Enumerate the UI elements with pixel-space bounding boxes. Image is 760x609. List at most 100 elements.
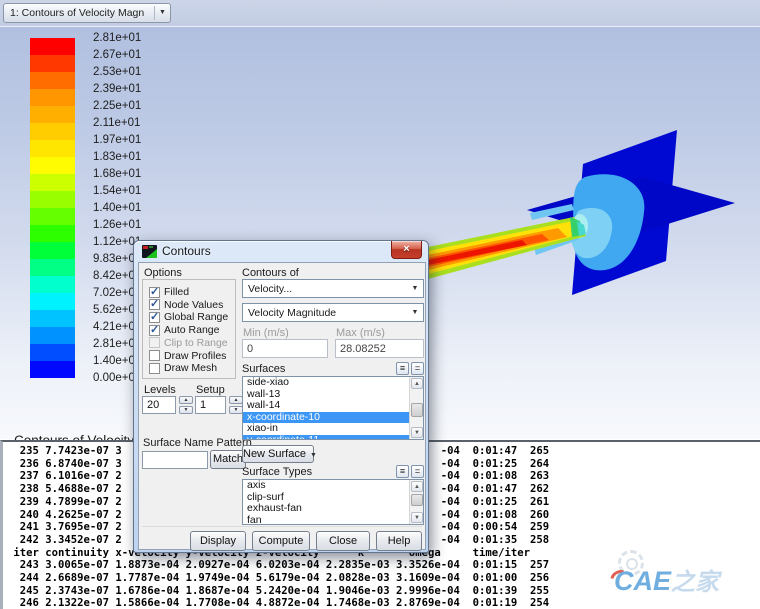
surfaces-list-item[interactable]: xiao-in <box>243 423 409 435</box>
checkbox-box[interactable] <box>149 363 160 374</box>
checkbox-label: Auto Range <box>164 324 219 336</box>
surfaces-list: side-xiaowall-13wall-14x-coordinate-10xi… <box>242 376 424 440</box>
checkbox-auto-range[interactable]: Auto Range <box>149 324 219 336</box>
legend-band <box>30 55 75 72</box>
checkbox-draw-mesh[interactable]: Draw Mesh <box>149 362 217 374</box>
levels-label: Levels <box>144 384 176 396</box>
close-button[interactable]: × <box>391 241 422 259</box>
setup-spin-up[interactable]: ▲ <box>229 396 243 404</box>
legend-label: 1.40e+01 <box>93 202 141 215</box>
legend-band <box>30 38 75 55</box>
match-button[interactable]: Match <box>210 450 246 469</box>
surface-types-list-item[interactable]: axis <box>243 480 409 492</box>
scrollbar-thumb[interactable] <box>411 494 423 506</box>
checkbox-label: Clip to Range <box>164 337 228 349</box>
close-button[interactable]: Close <box>316 531 370 551</box>
scroll-down-icon[interactable]: ▼ <box>411 512 423 523</box>
scroll-down-icon[interactable]: ▼ <box>411 427 423 438</box>
surface-types-deselect-button[interactable]: = <box>411 465 424 478</box>
legend-band <box>30 123 75 140</box>
checkbox-filled[interactable]: Filled <box>149 286 189 298</box>
checkbox-label: Global Range <box>164 311 228 323</box>
surfaces-scrollbar[interactable]: ▲ ▼ <box>409 377 423 439</box>
surfaces-select-all-button[interactable]: ≡ <box>396 362 409 375</box>
checkbox-box[interactable] <box>149 299 160 310</box>
surface-types-list: axisclip-surfexhaust-fanfan ▲ ▼ <box>242 479 424 525</box>
legend-label: 2.67e+01 <box>93 49 141 62</box>
contours-of-field-dropdown[interactable]: Velocity... ▼ <box>242 279 424 298</box>
max-label: Max (m/s) <box>336 327 385 339</box>
surface-name-pattern-input[interactable] <box>142 451 208 469</box>
new-surface-label: New Surface <box>243 448 306 460</box>
legend-label: 1.54e+01 <box>93 185 141 198</box>
checkbox-box[interactable] <box>149 287 160 298</box>
surface-name-pattern-label: Surface Name Pattern <box>143 437 252 449</box>
legend-label: 2.53e+01 <box>93 66 141 79</box>
levels-spin-down[interactable]: ▼ <box>179 406 193 414</box>
legend-label: 1.26e+01 <box>93 219 141 232</box>
setup-field[interactable] <box>195 396 226 414</box>
checkbox-label: Draw Mesh <box>164 362 217 374</box>
levels-field[interactable] <box>142 396 176 414</box>
legend-band <box>30 157 75 174</box>
scrollbar-thumb[interactable] <box>411 403 423 417</box>
surfaces-list-item[interactable]: y-coordinate-11 <box>243 435 409 441</box>
legend-band <box>30 225 75 242</box>
checkbox-label: Node Values <box>164 299 223 311</box>
legend-band <box>30 327 75 344</box>
console-line: 246 2.1322e-07 1.5866e-04 1.7708e-04 4.8… <box>7 597 760 609</box>
options-group-label: Options <box>144 267 182 279</box>
compute-button[interactable]: Compute <box>252 531 310 551</box>
chevron-down-icon: ▼ <box>310 452 317 459</box>
setup-spin-down[interactable]: ▼ <box>229 406 243 414</box>
contours-dialog: Contours × Options FilledNode ValuesGlob… <box>133 240 429 553</box>
surface-types-list-item[interactable]: fan <box>243 515 409 526</box>
setup-label: Setup <box>196 384 225 396</box>
scroll-up-icon[interactable]: ▲ <box>411 378 423 389</box>
checkbox-global-range[interactable]: Global Range <box>149 311 228 323</box>
surfaces-list-item[interactable]: wall-14 <box>243 400 409 412</box>
new-surface-button[interactable]: New Surface ▼ <box>242 445 314 463</box>
min-label: Min (m/s) <box>243 327 289 339</box>
view-selector-dropdown[interactable]: 1: Contours of Velocity Magn ▼ <box>3 3 171 23</box>
min-field <box>242 339 328 358</box>
surface-types-scrollbar[interactable]: ▲ ▼ <box>409 480 423 524</box>
help-button[interactable]: Help <box>376 531 422 551</box>
levels-spin-up[interactable]: ▲ <box>179 396 193 404</box>
max-field <box>335 339 424 358</box>
checkbox-label: Filled <box>164 286 189 298</box>
legend-band <box>30 276 75 293</box>
legend-band <box>30 310 75 327</box>
legend-label: 1.83e+01 <box>93 151 141 164</box>
contours-of-field-value: Velocity... <box>243 283 407 295</box>
display-button[interactable]: Display <box>190 531 246 551</box>
checkbox-node-values[interactable]: Node Values <box>149 299 223 311</box>
checkbox-draw-profiles[interactable]: Draw Profiles <box>149 350 226 362</box>
console-line: 243 3.0065e-07 1.8873e-04 2.0927e-04 6.0… <box>7 559 760 572</box>
surface-types-list-item[interactable]: exhaust-fan <box>243 503 409 515</box>
surfaces-list-item[interactable]: side-xiao <box>243 377 409 389</box>
surfaces-deselect-button[interactable]: = <box>411 362 424 375</box>
surface-types-select-all-button[interactable]: ≡ <box>396 465 409 478</box>
legend-band <box>30 174 75 191</box>
legend-band <box>30 106 75 123</box>
legend-label: 2.11e+01 <box>93 117 140 130</box>
contour-3d-scene <box>420 117 760 367</box>
contours-of-subfield-value: Velocity Magnitude <box>243 307 407 319</box>
legend-band <box>30 89 75 106</box>
checkbox-clip-to-range: Clip to Range <box>149 337 228 349</box>
legend-band <box>30 208 75 225</box>
dialog-titlebar[interactable]: Contours × <box>134 241 428 262</box>
checkbox-box[interactable] <box>149 312 160 323</box>
legend-band <box>30 140 75 157</box>
legend-band <box>30 259 75 276</box>
checkbox-box[interactable] <box>149 325 160 336</box>
chevron-down-icon: ▼ <box>407 285 423 292</box>
scroll-up-icon[interactable]: ▲ <box>411 481 423 492</box>
checkbox-box[interactable] <box>149 350 160 361</box>
contours-of-subfield-dropdown[interactable]: Velocity Magnitude ▼ <box>242 303 424 322</box>
legend-band <box>30 344 75 361</box>
fluent-graphics-window: 1: Contours of Velocity Magn ▼ 2.81e+012… <box>0 0 760 609</box>
legend-label: 1.68e+01 <box>93 168 141 181</box>
view-selector-label: 1: Contours of Velocity Magn <box>4 7 154 19</box>
